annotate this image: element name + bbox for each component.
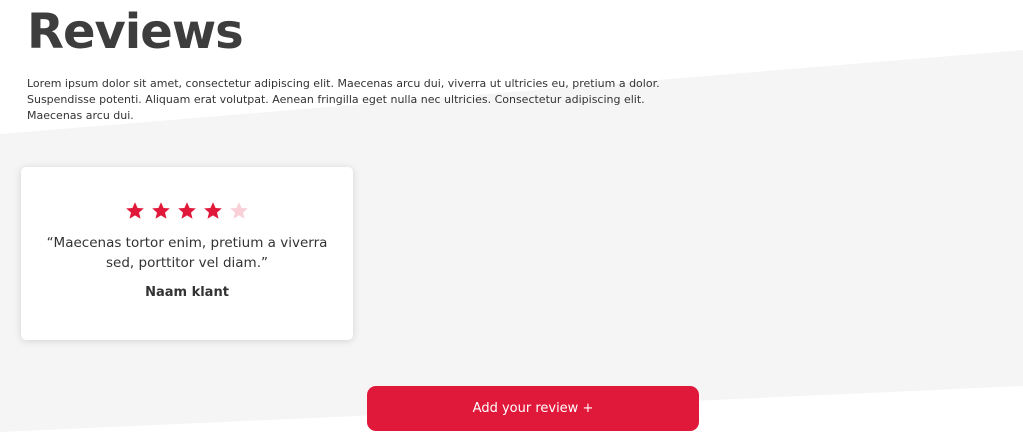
star-icon <box>230 202 248 219</box>
star-icon <box>204 202 222 219</box>
star-icon <box>126 202 144 219</box>
review-quote: “Maecenas tortor enim, pretium a viverra… <box>46 235 328 271</box>
review-card: “Maecenas tortor enim, pretium a viverra… <box>21 167 353 340</box>
star-rating <box>21 201 353 221</box>
star-icon <box>152 202 170 219</box>
section-title: Reviews <box>27 4 244 60</box>
add-review-button[interactable]: Add your review + <box>367 386 699 431</box>
section-intro: Lorem ipsum dolor sit amet, consectetur … <box>27 77 660 122</box>
reviews-section: Reviews Lorem ipsum dolor sit amet, cons… <box>0 0 1023 432</box>
star-icon <box>178 202 196 219</box>
review-author: Naam klant <box>145 285 229 300</box>
